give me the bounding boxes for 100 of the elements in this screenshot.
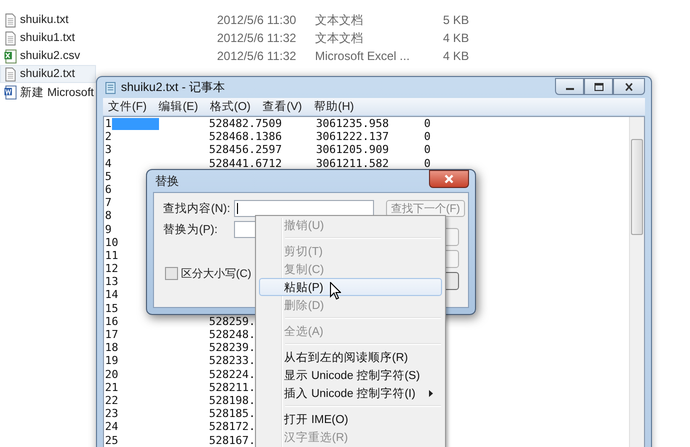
menu-item[interactable]: 显示 Unicode 控制字符(S) [259,366,442,384]
line-number: 14 [105,288,118,302]
file-size: 4 KB [442,31,469,45]
text-file-icon [4,30,17,46]
menu-item[interactable]: 从右到左的阅读顺序(R) [259,348,442,366]
file-type: 文本文档 [315,30,364,46]
line-number: 4 [105,156,112,170]
file-name: shuiku1.txt [20,32,75,44]
line-number: 2 [105,130,112,144]
menu-item[interactable]: 查看(V) [258,99,309,114]
line-number: 17 [105,328,118,342]
text-file-icon [4,12,17,28]
file-date: 2012/5/6 11:32 [217,49,298,63]
close-icon [624,82,634,90]
line-number: 19 [105,354,118,368]
text-value: 0 [424,143,431,156]
menu-item[interactable]: 格式(O) [205,99,258,114]
text-value: 3061222.137 [316,130,389,144]
text-value: 528248. [209,328,256,341]
close-button[interactable] [613,78,645,95]
file-row[interactable]: shuiku1.txt 2012/5/6 11:32 文本文档 4 KB [0,29,470,47]
line-number: 12 [105,262,118,276]
dialog-title: 替换 [155,172,179,190]
menu-item[interactable]: 文件(F) [103,99,154,114]
file-row[interactable]: 新建 Microsoft [0,83,96,101]
file-date: 2012/5/6 11:30 [217,13,298,27]
text-file-icon [4,66,17,82]
file-type: 文本文档 [315,12,364,28]
text-value: 0 [424,130,431,144]
mouse-pointer-icon [330,282,341,300]
text-value: 528185. [209,407,256,420]
line-number: 21 [105,380,118,394]
text-value: 528259. [209,314,256,328]
line-number: 22 [105,394,118,408]
line-number: 13 [105,275,118,288]
line-number: 11 [105,248,118,262]
field-label: 替换为(P): [163,222,219,237]
text-value: 528167. [209,434,256,446]
menu-item[interactable]: 插入 Unicode 控制字符(I) [259,384,442,402]
text-value: 528456.2597 [209,143,282,156]
line-number: 8 [105,209,112,223]
text-value: 528468.1386 [209,130,282,144]
menu-item[interactable]: 打开 IME(O) [259,410,442,428]
line-number: 5 [105,170,112,183]
text-value: 0 [424,156,431,170]
line-number: 24 [105,420,118,434]
notepad-icon [105,80,116,94]
text-value: 528233. [209,354,256,368]
minimize-button[interactable] [555,78,584,95]
line-number: 1 [105,117,112,130]
file-name: 新建 Microsoft [20,85,94,100]
text-value: 528441.6712 [209,156,282,170]
file-date: 2012/5/6 11:32 [217,31,298,45]
file-size: 5 KB [442,13,469,27]
maximize-icon [594,82,604,90]
line-number: 3 [105,143,112,157]
line-number: 16 [105,314,118,328]
menu-item[interactable]: 编辑(E) [154,99,206,114]
text-value: 0 [424,117,431,130]
text-value: 528198. [209,394,256,407]
field-label: 查找内容(N): [163,201,232,216]
line-number: 9 [105,222,112,236]
file-row[interactable]: shuiku2.csv 2012/5/6 11:32 Microsoft Excel ... 4 KB [0,47,470,65]
window-title: shuiku2.txt - 记事本 [121,79,226,96]
spreadsheet-file-icon [4,48,17,64]
file-row[interactable]: shuiku2.txt [0,65,96,83]
line-number: 6 [105,182,112,196]
file-size: 4 KB [442,49,469,63]
text-selection [112,118,159,130]
file-type: Microsoft Excel ... [315,49,411,63]
line-number: 20 [105,368,118,381]
checkbox[interactable] [165,267,178,280]
line-number: 18 [105,341,118,354]
text-value: 3061205.909 [316,143,389,156]
file-name: shuiku.txt [20,14,69,26]
line-number: 23 [105,407,118,420]
line-number: 25 [105,434,118,447]
checkbox-label: 区分大小写(C) [181,267,252,281]
maximize-button[interactable] [584,78,613,95]
document-file-icon [4,84,17,100]
text-value: 528239. [209,341,256,354]
line-number: 7 [105,196,112,210]
close-button[interactable] [429,170,469,188]
file-name: shuiku2.txt [20,68,75,80]
input-field[interactable] [234,200,374,217]
file-name: shuiku2.csv [20,50,80,62]
menu-item[interactable]: 粘贴(P) [259,278,442,296]
line-number: 15 [105,302,118,315]
text-value: 3061211.582 [316,156,389,170]
menu-item[interactable]: 帮助(H) [308,99,361,114]
close-icon [444,174,454,184]
file-row[interactable]: shuiku.txt 2012/5/6 11:30 文本文档 5 KB [0,11,470,29]
text-value: 528172. [209,420,256,434]
text-value: 528224. [209,368,256,381]
text-value: 528482.7509 [209,117,282,130]
submenu-arrow-icon [429,390,433,396]
text-value: 3061235.958 [316,117,389,130]
scrollbar[interactable] [629,117,644,447]
text-value: 528211. [209,380,256,394]
line-number: 10 [105,236,118,249]
